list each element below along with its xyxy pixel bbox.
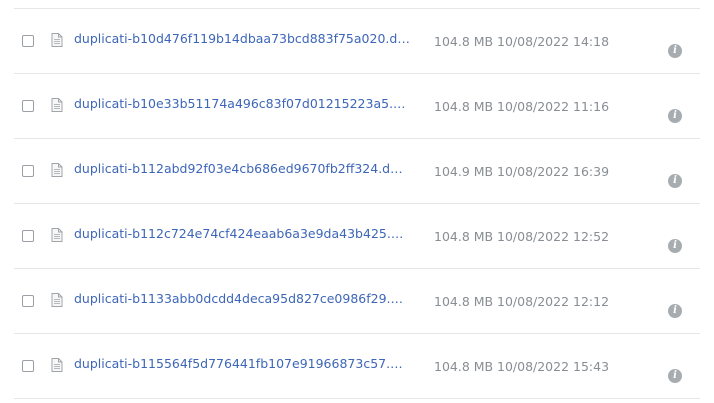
file-size: 104.8 MB — [434, 359, 494, 374]
file-icon — [51, 163, 63, 177]
file-name-link[interactable]: duplicati-b10d476f119b14dbaa73bcd883f75a… — [74, 31, 410, 47]
file-size: 104.8 MB — [434, 34, 494, 49]
file-size: 104.8 MB — [434, 294, 494, 309]
file-name-link[interactable]: duplicati-b115564f5d776441fb107e91966873… — [74, 356, 410, 372]
file-row: duplicati-b10e33b51174a496c83f07d0121522… — [0, 73, 714, 138]
file-date: 10/08/2022 12:52 — [497, 229, 610, 244]
select-checkbox[interactable] — [22, 295, 34, 307]
file-row: duplicati-b112c724e74cf424eaab6a3e9da43b… — [0, 203, 714, 268]
info-icon[interactable]: i — [668, 239, 682, 253]
file-name-link[interactable]: duplicati-b10e33b51174a496c83f07d0121522… — [74, 96, 410, 112]
file-icon — [51, 358, 63, 372]
info-icon[interactable]: i — [668, 44, 682, 58]
file-name-link[interactable]: duplicati-b112c724e74cf424eaab6a3e9da43b… — [74, 226, 410, 242]
file-icon — [51, 228, 63, 242]
file-size: 104.8 MB — [434, 99, 494, 114]
select-checkbox[interactable] — [22, 360, 34, 372]
file-row: duplicati-b10d476f119b14dbaa73bcd883f75a… — [0, 8, 714, 73]
select-checkbox[interactable] — [22, 165, 34, 177]
file-icon — [51, 33, 63, 47]
info-icon[interactable]: i — [668, 369, 682, 383]
file-name-link[interactable]: duplicati-b1133abb0dcdd4deca95d827ce0986… — [74, 291, 410, 307]
select-checkbox[interactable] — [22, 100, 34, 112]
file-date: 10/08/2022 11:16 — [497, 99, 610, 114]
file-icon — [51, 98, 63, 112]
file-size: 104.8 MB — [434, 229, 494, 244]
file-list: duplicati-b10d476f119b14dbaa73bcd883f75a… — [0, 0, 714, 403]
info-icon[interactable]: i — [668, 304, 682, 318]
info-icon[interactable]: i — [668, 174, 682, 188]
file-date: 10/08/2022 16:39 — [497, 164, 610, 179]
info-icon[interactable]: i — [668, 109, 682, 123]
select-checkbox[interactable] — [22, 35, 34, 47]
file-row: duplicati-b115564f5d776441fb107e91966873… — [0, 333, 714, 398]
file-date: 10/08/2022 15:43 — [497, 359, 610, 374]
file-row: duplicati-b112abd92f03e4cb686ed9670fb2ff… — [0, 138, 714, 203]
row-divider — [14, 398, 700, 399]
file-name-link[interactable]: duplicati-b112abd92f03e4cb686ed9670fb2ff… — [74, 161, 410, 177]
file-date: 10/08/2022 12:12 — [497, 294, 610, 309]
file-row: duplicati-b1133abb0dcdd4deca95d827ce0986… — [0, 268, 714, 333]
file-date: 10/08/2022 14:18 — [497, 34, 610, 49]
file-icon — [51, 293, 63, 307]
select-checkbox[interactable] — [22, 230, 34, 242]
file-size: 104.9 MB — [434, 164, 494, 179]
